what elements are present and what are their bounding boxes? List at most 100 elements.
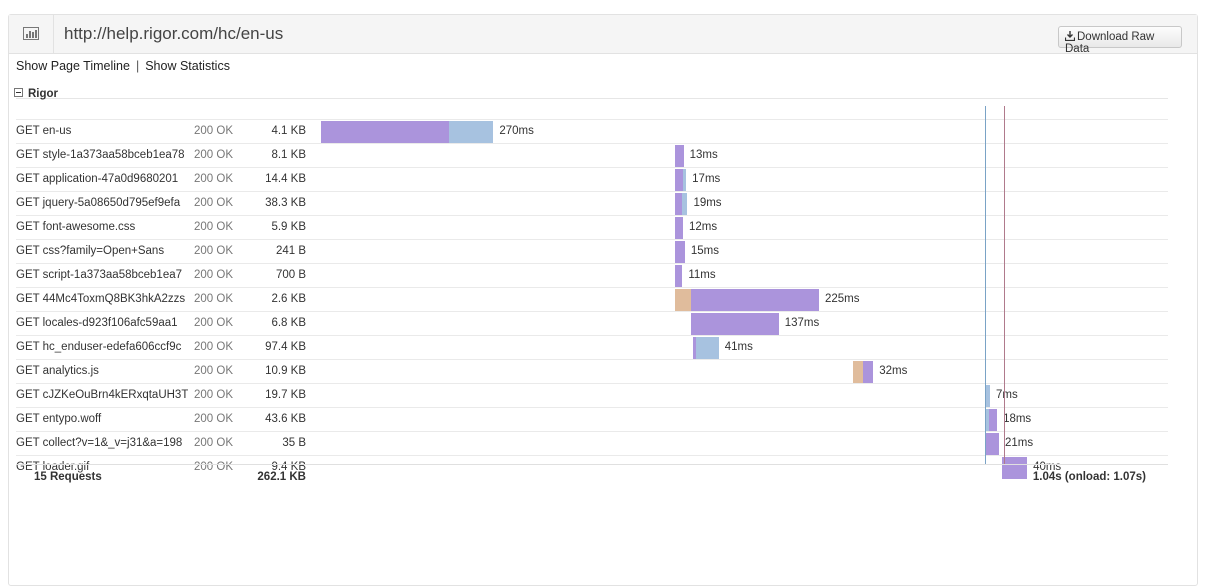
request-size: 4.1 KB [271, 125, 306, 137]
divider [16, 98, 1168, 99]
chart-toggle[interactable] [9, 15, 54, 53]
onload-marker [1004, 106, 1006, 465]
request-status: 200 OK [194, 221, 233, 233]
request-duration: 137ms [784, 317, 820, 329]
request-duration: 32ms [879, 365, 908, 377]
request-row[interactable]: GET entypo.woff 200 OK 43.6 KB 18ms [16, 407, 1168, 432]
request-status: 200 OK [194, 197, 233, 209]
request-duration: 13ms [689, 149, 718, 161]
view-links: Show Page Timeline | Show Statistics [16, 59, 230, 73]
request-duration: 225ms [824, 293, 860, 305]
timing-bar-wait[interactable] [691, 313, 779, 335]
timing-bar-wait[interactable] [985, 433, 999, 455]
request-size: 35 B [282, 437, 306, 449]
request-name: GET application-47a0d9680201 [16, 173, 179, 185]
request-name: GET 44Mc4ToxmQ8BK3hkA2zzs [16, 293, 186, 305]
request-status: 200 OK [194, 173, 233, 185]
link-separator: | [135, 59, 140, 73]
request-size: 43.6 KB [265, 413, 306, 425]
request-name: GET font-awesome.css [16, 221, 136, 233]
show-page-timeline-link[interactable]: Show Page Timeline [16, 59, 130, 73]
request-duration: 12ms [688, 221, 718, 233]
request-status: 200 OK [194, 245, 233, 257]
request-name: GET css?family=Open+Sans [16, 245, 165, 257]
request-duration: 18ms [1003, 413, 1032, 425]
timing-bar-receive[interactable] [682, 169, 687, 191]
request-row[interactable]: GET application-47a0d9680201 200 OK 14.4 K… [16, 167, 1168, 192]
panel-header: http://help.rigor.com/hc/en-us Download … [9, 15, 1197, 55]
request-size: 5.9 KB [271, 221, 306, 233]
totals-row: 15 Requests 262.1 KB 1.04s (onload: 1.07… [16, 464, 1168, 489]
request-size: 14.4 KB [265, 173, 306, 185]
total-requests: 15 Requests [34, 471, 102, 483]
request-status: 200 OK [194, 317, 233, 329]
request-row[interactable]: GET cJZKeOuBrn4kERxqtaUH3T8 200 OK 19.7 KB… [16, 383, 1168, 408]
timing-bar-dns[interactable] [852, 361, 863, 383]
request-row[interactable]: GET collect?v=1&_v=j31&a=198 200 OK 35 B 21… [16, 431, 1168, 456]
group-name: Rigor [28, 88, 59, 100]
timing-bar-wait[interactable] [675, 169, 683, 191]
domcontent-marker [984, 106, 986, 465]
timing-bar-wait[interactable] [321, 121, 449, 143]
download-label: Download Raw Data [1065, 31, 1155, 55]
download-raw-data-button[interactable]: Download Raw Data [1058, 26, 1182, 55]
request-status: 200 OK [194, 437, 233, 449]
collapse-icon[interactable] [14, 88, 23, 97]
bar-chart-icon [23, 27, 39, 40]
timing-bar-wait[interactable] [675, 217, 683, 239]
request-duration: 21ms [1004, 437, 1034, 449]
request-name: GET entypo.woff [16, 413, 102, 425]
timing-bar-receive[interactable] [985, 385, 991, 407]
request-status: 200 OK [194, 125, 233, 137]
request-size: 8.1 KB [271, 149, 306, 161]
request-duration: 15ms [690, 245, 719, 257]
request-name: GET hc_enduser-edefa606ccf9c [16, 341, 182, 353]
show-statistics-link[interactable]: Show Statistics [145, 59, 230, 73]
request-name: GET locales-d923f106afc59aa1 [16, 317, 178, 329]
request-name: GET script-1a373aa58bceb1ea7 [16, 269, 183, 281]
request-size: 700 B [275, 269, 306, 281]
request-size: 2.6 KB [271, 293, 306, 305]
group-header[interactable]: Rigor [14, 88, 58, 100]
request-row[interactable]: GET hc_enduser-edefa606ccf9c 200 OK 97.4 K… [16, 335, 1168, 360]
request-name: GET jquery-5a08650d795ef9efa [16, 197, 181, 209]
timing-bar-wait[interactable] [675, 145, 684, 167]
request-row[interactable]: GET en-us 200 OK 4.1 KB 270ms [16, 119, 1168, 144]
total-size: 262.1 KB [257, 471, 306, 483]
request-name: GET analytics.js [16, 365, 99, 377]
request-size: 38.3 KB [265, 197, 306, 209]
request-status: 200 OK [194, 293, 233, 305]
request-row[interactable]: GET style-1a373aa58bceb1ea78 200 OK 8.1 KB… [16, 143, 1168, 168]
request-status: 200 OK [194, 149, 233, 161]
request-duration: 41ms [724, 341, 753, 353]
request-row[interactable]: GET analytics.js 200 OK 10.9 KB 32ms [16, 359, 1168, 384]
request-row[interactable]: GET font-awesome.css 200 OK 5.9 KB 12ms [16, 215, 1168, 240]
timing-bar-dns[interactable] [675, 289, 692, 311]
timing-bar-receive[interactable] [448, 121, 494, 143]
request-duration: 270ms [499, 125, 534, 137]
request-size: 241 B [275, 245, 306, 257]
download-icon [1064, 31, 1076, 42]
request-duration: 19ms [693, 197, 722, 209]
timing-bar-wait[interactable] [863, 361, 874, 383]
timing-bar-wait[interactable] [988, 409, 998, 431]
timing-bar-receive[interactable] [681, 193, 688, 215]
request-duration: 17ms [692, 173, 721, 185]
request-row[interactable]: GET 44Mc4ToxmQ8BK3hkA2zzs 200 OK 2.6 KB 225… [16, 287, 1168, 312]
request-size: 6.8 KB [271, 317, 306, 329]
request-name: GET style-1a373aa58bceb1ea78 [16, 149, 185, 161]
request-row[interactable]: GET script-1a373aa58bceb1ea7 200 OK 700 B 1… [16, 263, 1168, 288]
request-row[interactable]: GET locales-d923f106afc59aa1 200 OK 6.8 KB… [16, 311, 1168, 336]
request-size: 97.4 KB [265, 341, 306, 353]
request-row[interactable]: GET jquery-5a08650d795ef9efa 200 OK 38.3 K… [16, 191, 1168, 216]
timing-bar-wait[interactable] [675, 265, 683, 287]
request-name: GET en-us [16, 125, 72, 137]
request-size: 10.9 KB [265, 365, 306, 377]
timing-bar-wait[interactable] [675, 241, 685, 263]
timing-bar-receive[interactable] [696, 337, 719, 359]
request-duration: 7ms [996, 389, 1018, 401]
page-url: http://help.rigor.com/hc/en-us [64, 24, 284, 43]
timing-bar-wait[interactable] [691, 289, 819, 311]
request-row[interactable]: GET css?family=Open+Sans 200 OK 241 B 15ms [16, 239, 1168, 264]
total-time: 1.04s (onload: 1.07s) [1032, 471, 1146, 483]
